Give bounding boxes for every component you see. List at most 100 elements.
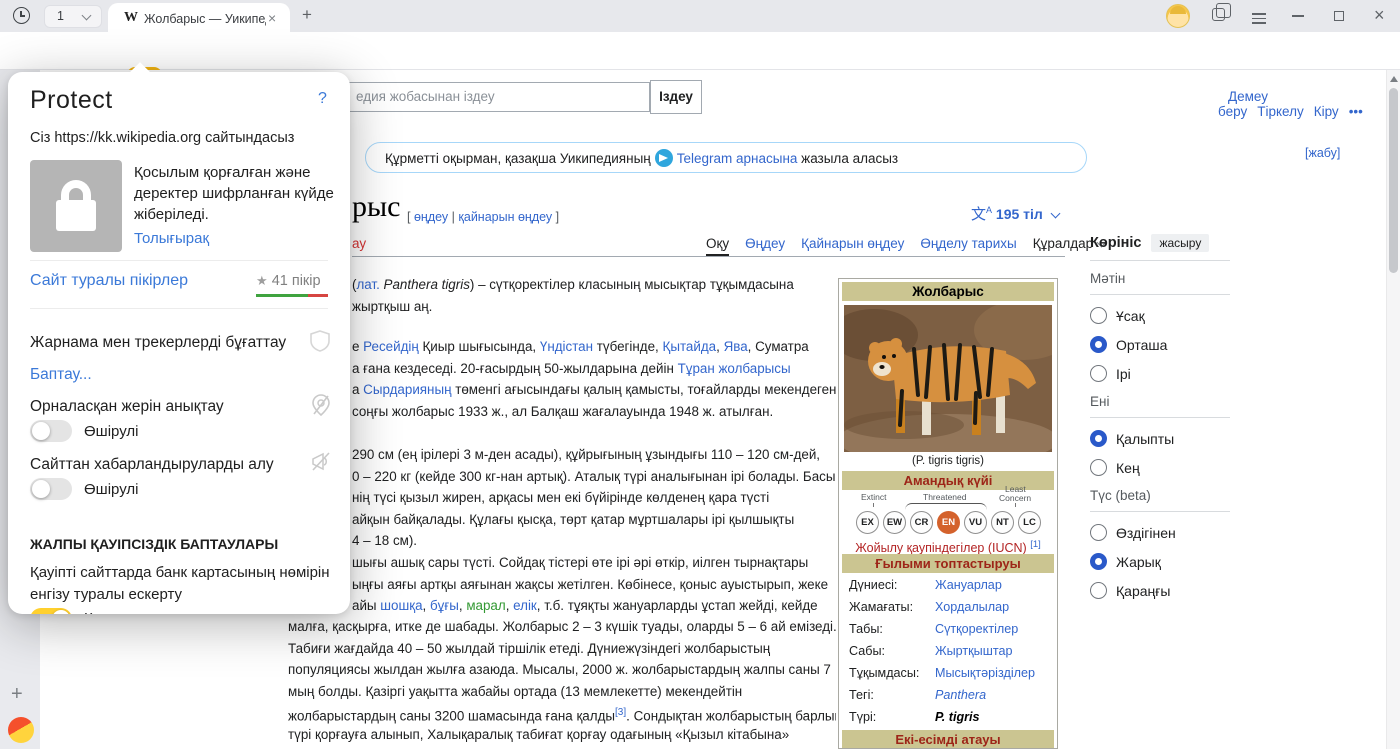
wiki-link[interactable]: лат. [356, 277, 379, 292]
reference-1-link[interactable]: [1] [1030, 539, 1041, 550]
scroll-up-arrow[interactable] [1390, 76, 1398, 82]
wiki-link[interactable]: Үндістан [540, 339, 593, 354]
wiki-link[interactable]: бұғы [430, 598, 459, 613]
taxonomy-value[interactable]: Хордалылар [935, 600, 1009, 614]
binomial-header: Екі-есімді атауы [842, 730, 1054, 748]
search-button[interactable]: Іздеу [650, 80, 702, 114]
tab-counter[interactable]: 1 [44, 5, 102, 28]
edit-source-link[interactable]: қайнарын өңдеу [458, 210, 552, 224]
article-line: шығы ашық сары түсті. Сойдақ тістері өте… [352, 555, 809, 570]
article-line: нің түсі қызыл жирен, арқасы мен екі бүй… [352, 490, 770, 505]
close-window-button[interactable]: × [1374, 5, 1385, 26]
language-selector[interactable]: 文A 195 тіл [971, 203, 1061, 224]
yandex-mail-icon[interactable] [8, 717, 34, 743]
notifications-off-icon [312, 452, 330, 471]
wiki-link[interactable]: шошқа [380, 598, 422, 613]
wiki-top-link[interactable]: Кіру [1314, 104, 1339, 119]
bank-warning-toggle[interactable] [30, 608, 72, 614]
site-reviews-link[interactable]: Сайт туралы пікірлер [30, 272, 188, 290]
profile-avatar[interactable] [1166, 4, 1190, 28]
appearance-option[interactable]: Ұсақ [1090, 307, 1230, 324]
wiki-link[interactable]: марал [466, 598, 505, 613]
new-tab-button[interactable]: + [302, 5, 312, 25]
bank-warning-state: Қосулы [84, 610, 135, 614]
appearance-option[interactable]: Жарық [1090, 553, 1230, 570]
radio-icon[interactable] [1090, 459, 1107, 476]
talk-tab-fragment[interactable]: ау [352, 236, 366, 251]
taxonomy-value[interactable]: Жыртқыштар [935, 644, 1012, 658]
wiki-link[interactable]: елік [513, 598, 537, 613]
taxonomy-value[interactable]: Сүтқоректілер [935, 622, 1018, 636]
iucn-status-nt: NT [991, 511, 1014, 534]
details-link[interactable]: Толығырақ [134, 230, 209, 247]
add-panel-icon[interactable]: + [11, 683, 23, 706]
appearance-option[interactable]: Орташа [1090, 336, 1230, 353]
appearance-option[interactable]: Өздігінен [1090, 524, 1230, 541]
tab-groups-icon[interactable] [1212, 3, 1231, 21]
menu-icon[interactable] [1252, 10, 1266, 27]
radio-icon[interactable] [1090, 307, 1107, 324]
banner-close-link[interactable]: [жабу] [1305, 146, 1340, 160]
article-tab[interactable]: Оқу [706, 236, 730, 256]
minimize-button[interactable] [1292, 15, 1304, 17]
wiki-link[interactable]: Ява [724, 339, 748, 354]
radio-selected-icon[interactable] [1090, 553, 1107, 570]
telegram-link[interactable]: Telegram арнасына [677, 151, 798, 166]
taxonomy-label: Түрі: [849, 710, 877, 724]
notifications-toggle[interactable] [30, 478, 72, 500]
article-paragraph: е Ресейдің Қиыр шығысында, Үндістан түбе… [352, 336, 836, 422]
radio-selected-icon[interactable] [1090, 336, 1107, 353]
article-paragraph: малға, қасқырға, итке де шабады. Жолбары… [288, 616, 836, 749]
article-line: жыртқыш аң. [352, 298, 433, 314]
browser-toolbar: ← https://kk.wikipedia.org/wiki/Жолбарыс… [0, 32, 1400, 100]
radio-icon[interactable] [1090, 365, 1107, 382]
radio-icon[interactable] [1090, 524, 1107, 541]
appearance-option-label: Қалыпты [1116, 430, 1175, 447]
tab-close-icon[interactable]: × [268, 10, 276, 26]
chevron-down-icon[interactable] [81, 10, 92, 21]
article-paragraph: 290 см (ең ірілері 3 м-ден асады), құйры… [352, 444, 836, 552]
taxonomy-row: Табы: Сүтқоректілер [849, 622, 1049, 644]
article-tab[interactable]: Өңдеу [745, 236, 785, 251]
help-link[interactable]: ? [318, 90, 327, 108]
ad-block-configure-link[interactable]: Баптау... [30, 366, 92, 384]
taxonomy-row: Тұқымдасы: Мысықтәрізділер [849, 666, 1049, 688]
appearance-option[interactable]: Кең [1090, 459, 1230, 476]
wiki-link[interactable]: Қытайда [663, 339, 717, 354]
reference-link[interactable]: [3] [615, 707, 626, 718]
wiki-link[interactable]: Ресейдің [363, 339, 419, 354]
telegram-icon [654, 149, 673, 167]
taxonomy-value[interactable]: Panthera [935, 688, 986, 702]
image-caption: (P. tigris tigris) [912, 455, 984, 467]
browser-tab[interactable]: W Жолбарыс — Уикипеді × [108, 3, 290, 32]
article-tab[interactable]: Қайнарын өңдеу [801, 236, 904, 251]
wiki-top-link[interactable]: ••• [1349, 104, 1363, 119]
reviews-sentiment-bar [256, 294, 328, 297]
taxobox: Жолбарыс (P. tigris tigris) Амандық күйі… [838, 278, 1058, 749]
connection-info: Қосылым қорғалған және деректер шифрланғ… [134, 164, 334, 223]
wiki-link[interactable]: Тұран жолбарысы [678, 361, 791, 376]
taxonomy-label: Сабы: [849, 644, 886, 658]
location-toggle[interactable] [30, 420, 72, 442]
appearance-option[interactable]: Ірі [1090, 365, 1230, 382]
radio-icon[interactable] [1090, 582, 1107, 599]
history-icon[interactable] [13, 7, 30, 24]
hide-button[interactable]: жасыру [1151, 234, 1210, 252]
radio-selected-icon[interactable] [1090, 430, 1107, 447]
title-edit-links: [ өңдеу | қайнарын өңдеу ] [407, 210, 560, 224]
article-line: а ғана кездеседі. 20-ғасырдың 50-жылдары… [352, 360, 791, 376]
wiki-top-link[interactable]: Тіркелу [1257, 104, 1304, 119]
location-title: Орналасқан жерін анықтау [30, 398, 224, 415]
article-line: айы шошқа, бұғы, марал, елік, т.б. тұяқт… [352, 598, 818, 613]
article-tab[interactable]: Өңделу тарихы [920, 236, 1016, 251]
restore-button[interactable] [1334, 8, 1350, 21]
wiki-link[interactable]: Сырдарияның [363, 382, 451, 397]
taxonomy-value[interactable]: Мысықтәрізділер [935, 666, 1035, 680]
article-line: 290 см (ең ірілері 3 м-ден асады), құйры… [352, 447, 821, 462]
edit-link[interactable]: өңдеу [414, 210, 448, 224]
tiger-photo[interactable] [844, 305, 1052, 452]
scrollbar-thumb[interactable] [1389, 88, 1398, 273]
appearance-option[interactable]: Қалыпты [1090, 430, 1230, 447]
appearance-option[interactable]: Қараңғы [1090, 582, 1230, 599]
taxonomy-value[interactable]: Жануарлар [935, 578, 1002, 592]
